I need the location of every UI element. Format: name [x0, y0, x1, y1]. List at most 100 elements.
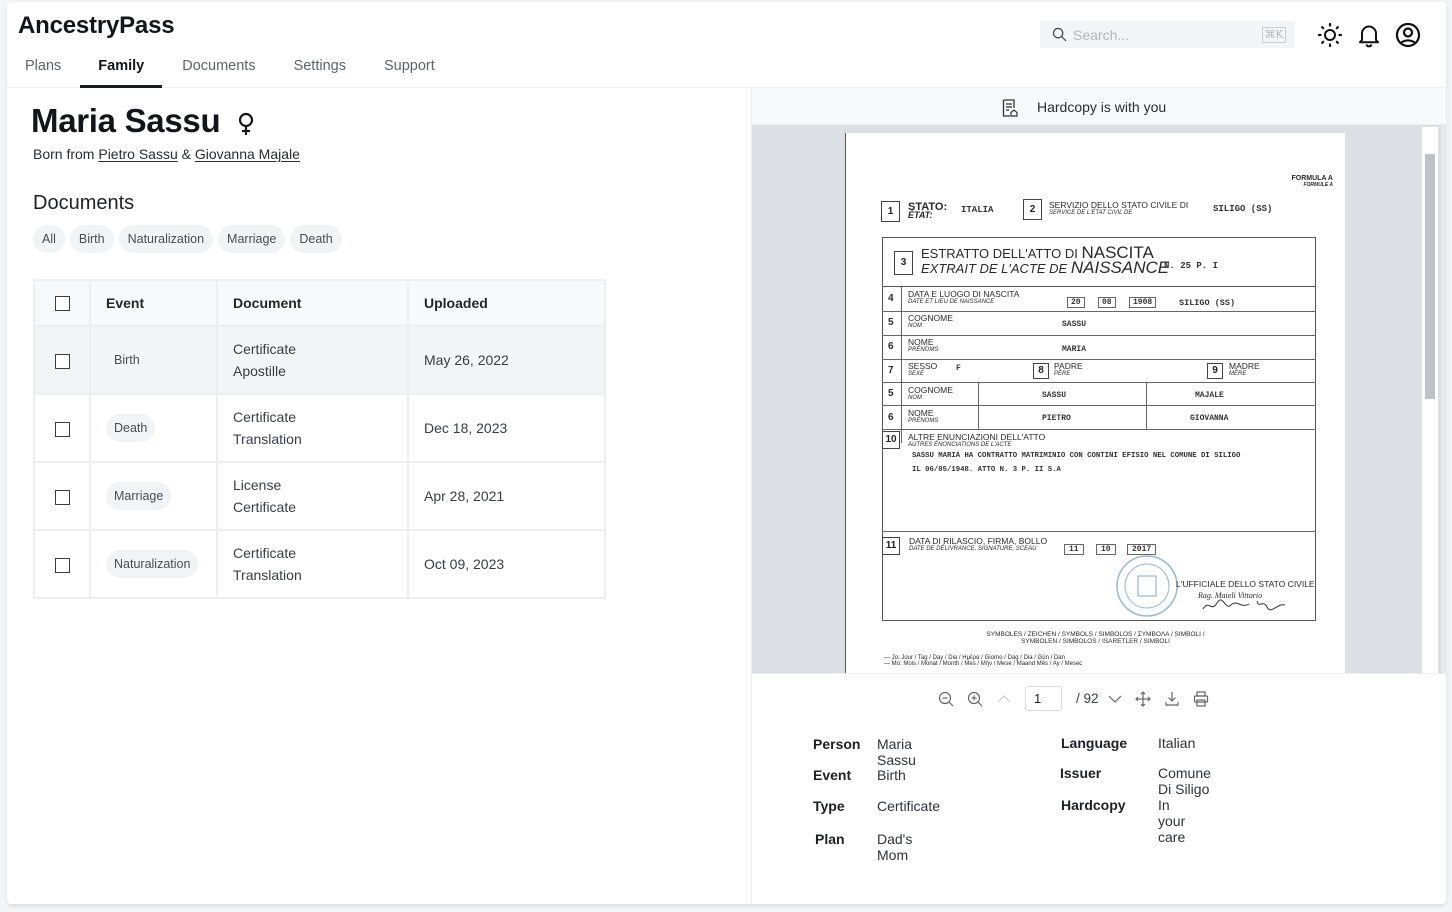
table-row[interactable]: Death Certificate Translation Dec 18, 202…	[33, 393, 606, 463]
document-filters: All Birth Naturalization Marriage Death	[33, 225, 342, 253]
sun-icon[interactable]	[1317, 22, 1343, 48]
nav-tab-documents[interactable]: Documents	[182, 52, 255, 88]
person-name: Maria Sassu	[31, 102, 221, 139]
row-select-cell	[33, 393, 91, 463]
scan-mother-surname: MAJALE	[1195, 391, 1224, 400]
page-total: / 92	[1076, 691, 1099, 706]
table-row[interactable]: Marriage License Certificate Apr 28, 2021	[33, 461, 606, 531]
detail-label-language: Language	[1061, 735, 1128, 751]
scan-birth-place: SILIGO (SS)	[1179, 298, 1236, 308]
document-home-icon	[1002, 99, 1018, 117]
filter-chip-birth[interactable]: Birth	[69, 225, 114, 253]
scan-legend: — Jo: Jour / Tag / Day / Dia / Ημέρα / G…	[884, 655, 1083, 667]
document-type: Certificate	[233, 341, 297, 357]
search-input[interactable]	[1073, 21, 1253, 48]
row-checkbox[interactable]	[54, 489, 70, 505]
pdf-toolbar: / 92	[752, 673, 1446, 723]
select-all-checkbox[interactable]	[54, 296, 70, 312]
print-icon[interactable]	[1192, 690, 1210, 708]
documents-heading: Documents	[33, 192, 135, 214]
mother-link[interactable]: Giovanna Majale	[195, 146, 300, 162]
detail-label-issuer: Issuer	[1060, 765, 1102, 781]
user-circle-icon[interactable]	[1395, 22, 1421, 48]
document-cell: Certificate Translation	[216, 529, 409, 599]
detail-value-plan: Dad's Mom	[877, 831, 913, 863]
scan-birth-month: 08	[1098, 297, 1116, 308]
bell-icon[interactable]	[1356, 22, 1382, 48]
event-badge: Marriage	[106, 482, 172, 510]
detail-value-language: Italian	[1158, 735, 1196, 751]
event-badge: Naturalization	[106, 550, 199, 578]
scan-officer-title: L'UFFICIALE DELLO STATO CIVILE	[1176, 579, 1315, 589]
search-box[interactable]: ⌘K	[1040, 21, 1295, 48]
scan-state-label: STATO: ÉTAT:	[908, 201, 948, 220]
person-panel: Maria Sassu Born from Pietro Sassu & Gio…	[7, 88, 751, 904]
document-cell: Certificate Translation	[216, 393, 409, 463]
event-cell: Naturalization	[89, 529, 218, 599]
event-cell: Death	[89, 393, 218, 463]
shortcut-hint: ⌘K	[1261, 27, 1286, 43]
scan-sex: F	[956, 364, 961, 373]
detail-value-event: Birth	[877, 767, 906, 783]
row-checkbox[interactable]	[54, 421, 70, 437]
nav-tab-family[interactable]: Family	[80, 52, 163, 88]
filter-chip-death[interactable]: Death	[290, 225, 342, 253]
nav-tab-support[interactable]: Support	[384, 52, 435, 88]
event-cell: Birth	[89, 325, 218, 395]
document-subtype: Translation	[233, 567, 302, 583]
father-link[interactable]: Pietro Sassu	[98, 146, 177, 162]
scan-issue-month: 10	[1096, 544, 1116, 555]
event-badge: Death	[106, 414, 156, 442]
table-header-row: Event Document Uploaded	[33, 279, 606, 327]
detail-value-hardcopy: In your care	[1158, 797, 1186, 845]
column-header-event[interactable]: Event	[89, 279, 218, 327]
column-header-document[interactable]: Document	[216, 279, 409, 327]
detail-value-person: Maria Sassu	[877, 736, 916, 768]
search-icon	[1052, 27, 1067, 42]
filter-chip-all[interactable]: All	[33, 225, 65, 253]
document-panel: Hardcopy is with you FORMULA A FORMULE A …	[751, 88, 1446, 904]
move-icon[interactable]	[1134, 690, 1152, 708]
detail-label-hardcopy: Hardcopy	[1061, 797, 1126, 813]
filter-chip-marriage[interactable]: Marriage	[218, 225, 286, 253]
document-cell: License Certificate	[216, 461, 409, 531]
born-prefix: Born from	[33, 146, 95, 162]
table-row[interactable]: Naturalization Certificate Translation Oc…	[33, 529, 606, 599]
event-badge: Birth	[114, 353, 140, 367]
nav-tab-plans[interactable]: Plans	[25, 52, 61, 88]
scan-birth-label: DATA E LUOGO DI NASCITA DATE ET LIEU DE N…	[908, 289, 1020, 305]
detail-value-type: Certificate	[877, 798, 941, 814]
detail-label-person: Person	[813, 736, 861, 752]
viewer-scrollbar[interactable]	[1422, 127, 1438, 673]
chevron-down-icon[interactable]	[1106, 690, 1124, 708]
chevron-up-icon[interactable]	[995, 690, 1013, 708]
filter-chip-naturalization[interactable]: Naturalization	[118, 225, 214, 253]
scan-birth-year: 1908	[1129, 297, 1157, 308]
nav-tab-settings[interactable]: Settings	[294, 52, 346, 88]
pdf-viewer[interactable]: FORMULA A FORMULE A 1 STATO: ÉTAT: ITALIA …	[752, 125, 1441, 673]
row-checkbox[interactable]	[54, 353, 70, 369]
viewer-scrollbar-thumb[interactable]	[1425, 154, 1435, 399]
download-icon[interactable]	[1163, 690, 1181, 708]
top-header: AncestryPass Plans Family Documents Sett…	[7, 2, 1446, 88]
zoom-in-icon[interactable]	[966, 690, 984, 708]
row-select-cell	[33, 461, 91, 531]
table-row[interactable]: Birth Certificate Apostille May 26, 2022	[33, 325, 606, 395]
hardcopy-status-bar: Hardcopy is with you	[752, 88, 1446, 125]
detail-label-type: Type	[813, 798, 845, 814]
documents-table: Event Document Uploaded Birth Certificat…	[33, 279, 606, 599]
brand-logo[interactable]: AncestryPass	[18, 12, 175, 40]
scan-remarks-line2: IL 06/05/1948. ATTO N. 3 P. II S.A	[912, 466, 1061, 474]
select-all-cell	[33, 279, 91, 327]
row-checkbox[interactable]	[54, 557, 70, 573]
scan-surname: SASSU	[1062, 320, 1087, 329]
scan-birth-day: 20	[1067, 297, 1085, 308]
scan-symbols: SYMBOLES / ZEICHEN / SYMBOLS / SIMBOLOS …	[986, 631, 1205, 645]
zoom-out-icon[interactable]	[937, 690, 955, 708]
page-number-input[interactable]	[1025, 686, 1062, 711]
scan-father-surname: SASSU	[1042, 391, 1067, 400]
uploaded-date: Oct 09, 2023	[407, 529, 606, 599]
column-header-uploaded[interactable]: Uploaded	[407, 279, 606, 327]
document-type: Certificate	[233, 409, 297, 425]
uploaded-date: Dec 18, 2023	[407, 393, 606, 463]
